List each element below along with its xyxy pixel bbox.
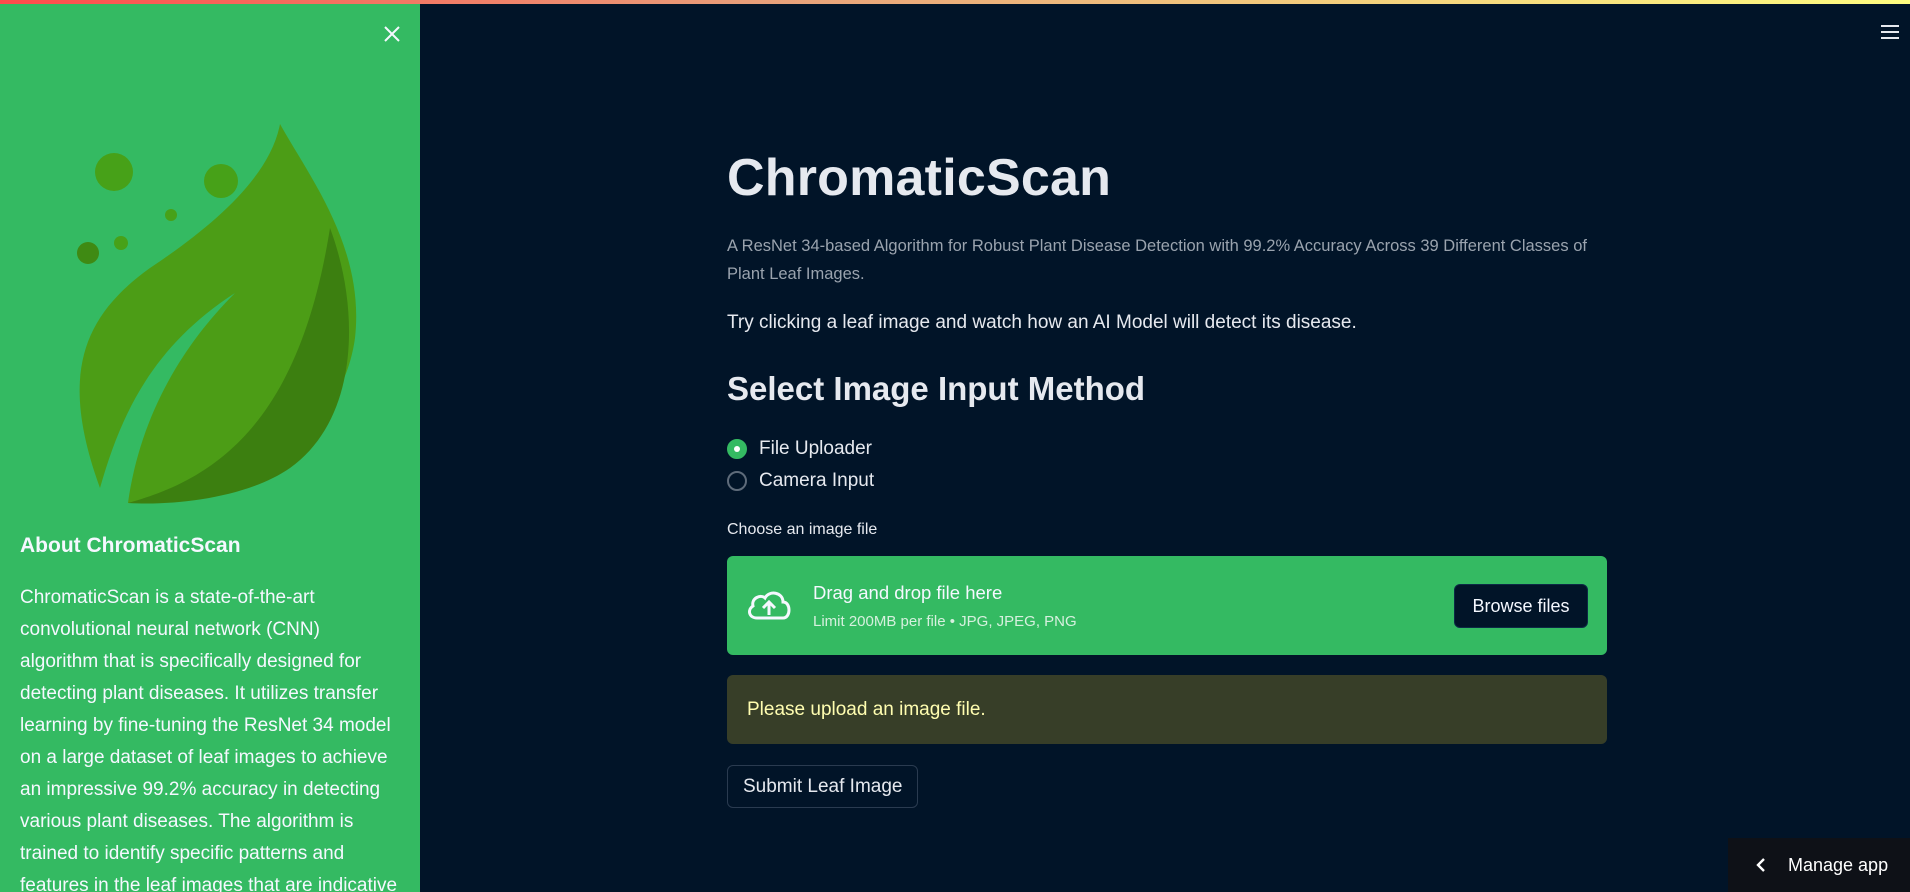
leaf-logo (60, 118, 360, 508)
browse-files-button[interactable]: Browse files (1454, 584, 1588, 628)
page-title: ChromaticScan (727, 149, 1112, 207)
manage-app-button[interactable]: Manage app (1728, 838, 1910, 892)
radio-button[interactable] (727, 471, 747, 491)
manage-app-label: Manage app (1788, 854, 1889, 875)
dropzone-limit: Limit 200MB per file • JPG, JPEG, PNG (813, 613, 1077, 630)
top-decoration-bar (0, 0, 1910, 4)
about-text: ChromaticScan is a state-of-the-art conv… (20, 587, 398, 892)
about-title: About ChromaticScan (20, 534, 241, 557)
sidebar: About ChromaticScan ChromaticScan is a s… (0, 0, 420, 892)
warning-text: Please upload an image file. (747, 698, 986, 720)
chevron-left-icon (1754, 858, 1768, 872)
radio-camera-input[interactable]: Camera Input (727, 468, 874, 494)
radio-button-checked[interactable] (727, 439, 747, 459)
close-icon[interactable] (380, 22, 404, 46)
radio-label: File Uploader (759, 438, 872, 459)
hamburger-icon[interactable] (1880, 22, 1900, 42)
dropzone-title: Drag and drop file here (813, 582, 1003, 603)
uploader-label: Choose an image file (727, 521, 878, 538)
file-dropzone[interactable]: Drag and drop file here Limit 200MB per … (727, 556, 1607, 655)
submit-leaf-image-button[interactable]: Submit Leaf Image (727, 765, 919, 808)
warning-alert: Please upload an image file. (727, 675, 1607, 744)
hint-text: Try clicking a leaf image and watch how … (727, 312, 1357, 333)
radio-file-uploader[interactable]: File Uploader (727, 436, 872, 462)
cloud-upload-icon (745, 586, 793, 624)
radio-label: Camera Input (759, 470, 875, 491)
section-title: Select Image Input Method (727, 370, 1146, 407)
page-subtitle: A ResNet 34-based Algorithm for Robust P… (727, 237, 1587, 283)
